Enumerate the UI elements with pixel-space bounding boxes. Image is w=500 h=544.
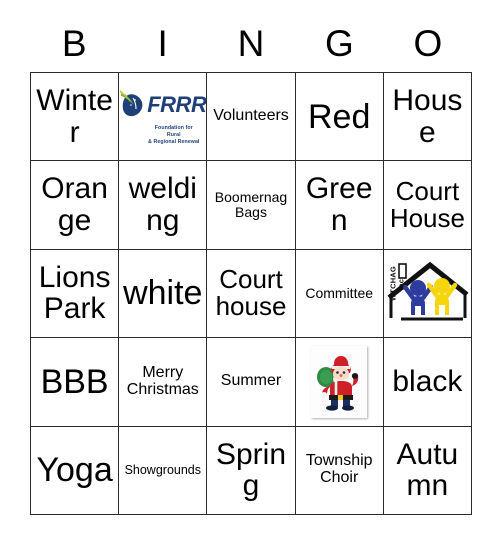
bingo-cell-label: Volunteers	[213, 107, 289, 125]
bingo-cell-label: Showgrounds	[124, 462, 202, 477]
bingo-cell-merry-christmas[interactable]: Merry Christmas	[119, 338, 208, 427]
bingo-cell-lions-park[interactable]: Lions Park	[31, 249, 120, 339]
bingo-cell-label: Green	[305, 172, 373, 238]
bingo-cell-black[interactable]: black	[383, 338, 472, 427]
frrr-tagline-line2: & Regional Renewal	[148, 138, 200, 145]
bingo-cell-boomernag-bags[interactable]: Boomernag Bags	[207, 161, 296, 250]
bingo-cell-spring[interactable]: Spring	[207, 426, 296, 515]
bingo-cell-label: Summer	[220, 372, 282, 390]
bingo-cell-label: Yoga	[36, 451, 113, 490]
bingo-cell-label: Merry Christmas	[126, 363, 199, 398]
bingo-cell-label: House	[392, 83, 463, 149]
frrr-tagline: Foundation for Rural & Regional Renewal	[125, 125, 200, 146]
bingo-cell-label: Red	[308, 97, 371, 136]
bingo-cell-autumn[interactable]: Autumn	[383, 426, 472, 515]
bingo-header-letter-g: G	[325, 22, 354, 64]
santa-claus-image	[311, 345, 368, 418]
bingo-cell-label: white	[123, 274, 203, 313]
bingo-cell-orange[interactable]: Orange	[31, 161, 120, 250]
bingo-header-letter-n: N	[237, 22, 265, 64]
frrr-australia-leaf-icon	[119, 88, 145, 123]
bingo-header-letter-i: I	[157, 22, 168, 64]
bingo-cell-label: BBB	[40, 362, 109, 401]
bingo-cell-frrr-logo[interactable]: FRRR Foundation for Rural & Regional Renew…	[119, 73, 208, 162]
bingo-cell-label: Committee	[305, 285, 374, 302]
bingo-cell-bbb[interactable]: BBB	[31, 338, 120, 427]
bingo-cell-label: Spring	[215, 437, 287, 503]
bingo-cell-label: Lions Park	[38, 260, 111, 326]
bingo-cell-label: black	[392, 364, 463, 398]
bingo-header-letter-o: O	[413, 22, 443, 64]
wtchag-label: WTCHAG Inc.	[388, 266, 406, 302]
bingo-header-row: BINGO	[30, 14, 472, 72]
bingo-cell-label: Autumn	[396, 437, 459, 503]
bingo-grid: Winter FRRR Foundation for Rural & Regional…	[30, 72, 472, 515]
bingo-cell-green[interactable]: Green	[295, 161, 384, 250]
bingo-cell-santa-icon[interactable]	[295, 338, 384, 427]
bingo-cell-welding[interactable]: welding	[119, 161, 208, 250]
bingo-cell-label: Orange	[41, 172, 108, 238]
bingo-cell-label: Winter	[36, 83, 113, 149]
bingo-cell-committee[interactable]: Committee	[295, 249, 384, 339]
bingo-cell-house[interactable]: House	[383, 73, 472, 162]
bingo-cell-label: Township Choir	[305, 452, 373, 487]
bingo-cell-township-choir[interactable]: Township Choir	[295, 426, 384, 515]
bingo-cell-red[interactable]: Red	[295, 73, 384, 162]
bingo-cell-summer[interactable]: Summer	[207, 338, 296, 427]
bingo-cell-winter[interactable]: Winter	[31, 73, 120, 162]
bingo-cell-white[interactable]: white	[119, 249, 208, 339]
bingo-card: B I N G O Winter FRRR Foundation for Rural & Re…	[0, 0, 500, 544]
frrr-logo: FRRR Foundation for Rural & Regional Renew…	[120, 88, 206, 146]
bingo-cell-label: welding	[128, 172, 197, 238]
bingo-cell-yoga[interactable]: Yoga	[31, 426, 120, 515]
bingo-cell-court-house[interactable]: Court House	[383, 161, 472, 250]
bingo-cell-volunteers[interactable]: Volunteers	[207, 73, 296, 162]
bingo-cell-court-house[interactable]: Court house	[207, 249, 296, 339]
wtchag-logo: WTCHAG Inc.	[385, 260, 469, 326]
frrr-wordmark: FRRR	[147, 92, 207, 118]
bingo-cell-wtchag-logo[interactable]: WTCHAG Inc.	[383, 249, 472, 339]
frrr-tagline-line1: Foundation for Rural	[154, 124, 193, 138]
bingo-cell-label: Court house	[215, 263, 287, 322]
bingo-header-letter-b: B	[61, 22, 87, 64]
bingo-cell-label: Boomernag Bags	[214, 189, 288, 221]
bingo-cell-showgrounds[interactable]: Showgrounds	[119, 426, 208, 515]
bingo-cell-label: Court House	[389, 175, 465, 234]
